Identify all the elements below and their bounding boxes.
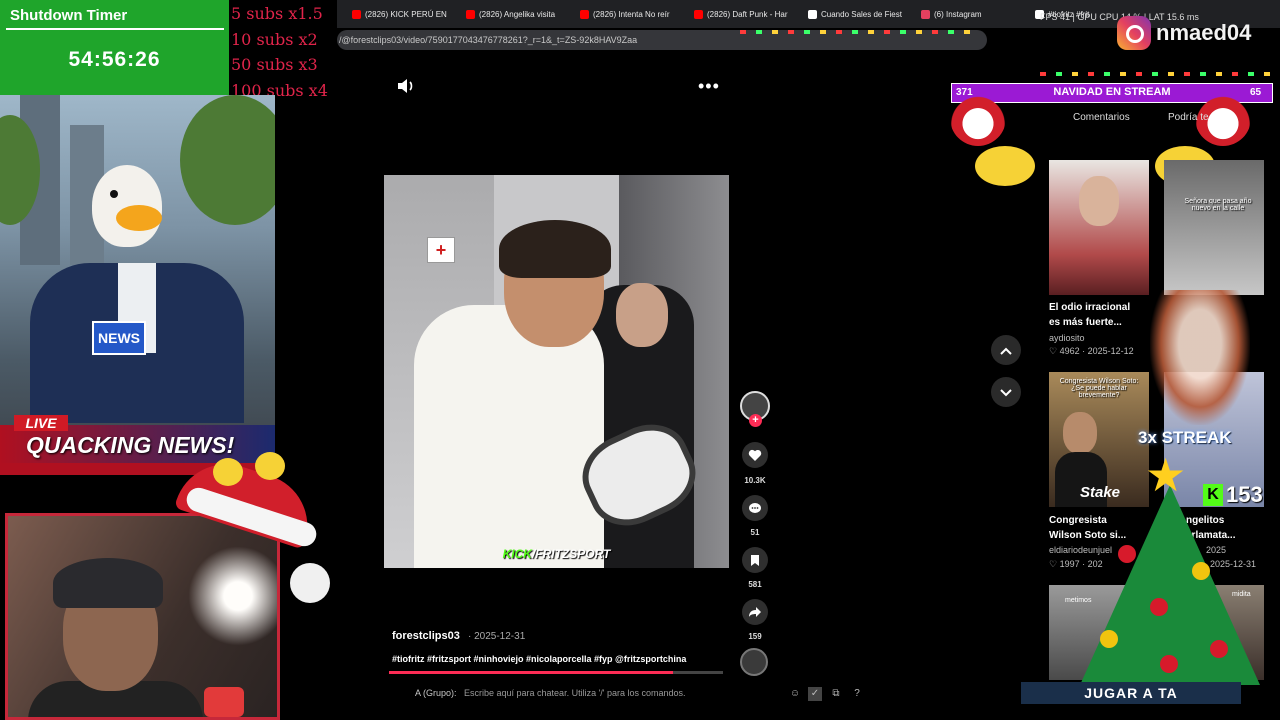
sub-multiplier-1: 5 subs x1.5 (231, 4, 323, 23)
url-text[interactable]: /@forestclips03/video/759017704347677826… (339, 35, 637, 45)
ornament (1210, 640, 1228, 658)
christmas-lights (740, 30, 980, 34)
browser-tab[interactable]: Cuando Sales de Fiest (808, 6, 902, 22)
related-video-author[interactable]: aydiosito (1049, 333, 1085, 343)
expand-icon[interactable]: ⧉ (829, 687, 843, 701)
tiktok-icon (808, 9, 817, 19)
more-options-icon[interactable]: ••• (698, 76, 720, 97)
thumbnail-caption: Señora que pasa año nuevo en la calle (1184, 198, 1252, 212)
comment-icon (749, 502, 761, 513)
browser-tab[interactable]: (2826) Daft Punk - Har (694, 6, 787, 22)
share-count: 159 (748, 632, 762, 641)
related-video-title[interactable]: El odio irracional es más fuerte... (1049, 300, 1130, 330)
sound-disc-icon[interactable] (740, 648, 768, 676)
video-person-foreground (414, 305, 604, 568)
santa-hat-pompom (290, 563, 330, 603)
youtube-icon (694, 9, 703, 19)
browser-tab[interactable]: (2826) Intenta No reír (580, 6, 669, 22)
youtube-icon (580, 9, 589, 19)
follow-plus-icon[interactable]: + (749, 414, 762, 427)
save-button[interactable] (742, 547, 768, 573)
sub-multiplier-3: 50 subs x3 (231, 55, 318, 74)
anime-girl-sticker (1150, 290, 1250, 425)
streamer-cap (53, 558, 163, 608)
chevron-up-icon (1000, 347, 1012, 355)
volume-icon[interactable] (397, 78, 415, 94)
related-video-meta: ♡ 4962 · 2025-12-12 (1049, 346, 1134, 356)
browser-tab[interactable]: (2826) KICK PERÚ EN (352, 6, 447, 22)
instagram-icon (921, 9, 930, 19)
first-aid-sign: + (427, 237, 455, 263)
duckling-icon (213, 458, 243, 486)
browser-tab[interactable]: (2826) Angelika visita (466, 6, 555, 22)
streak-label: 3x STREAK (1138, 428, 1232, 447)
caption-hashtags[interactable]: #tiofritz #fritzsport #ninhoviejo #nicol… (392, 654, 686, 664)
ornament (1150, 598, 1168, 616)
ornament (1100, 630, 1118, 648)
thumbnail-caption: Congresista Wilson Soto: ¿Se puede habla… (1059, 378, 1139, 399)
webcam-feed (5, 513, 280, 720)
video-person-background-head (616, 283, 668, 347)
check-icon[interactable]: ✓ (808, 687, 822, 701)
timer-title: Shutdown Timer (10, 7, 128, 24)
save-count: 581 (748, 580, 762, 589)
comment-button[interactable] (742, 495, 768, 521)
tab-comments[interactable]: Comentarios (1073, 112, 1130, 123)
instagram-icon (1117, 16, 1151, 50)
thumbnail-face (1079, 176, 1119, 226)
youtube-icon (466, 9, 475, 19)
duck-beak (116, 205, 162, 231)
chat-channel-label: A (Grupo): (415, 688, 457, 698)
event-counter-right: 65 (1250, 87, 1262, 98)
ornament (1192, 562, 1210, 580)
next-video-button[interactable] (991, 377, 1021, 407)
chevron-down-icon (1000, 389, 1012, 397)
star-icon: ★ (1145, 449, 1187, 501)
duck-eye (110, 190, 118, 198)
chat-input[interactable] (464, 685, 784, 701)
like-count: 10.3K (744, 476, 766, 485)
duckling-icon (255, 452, 285, 480)
caption-date: · 2025-12-31 (468, 631, 526, 642)
live-badge: LIVE (14, 415, 68, 431)
play-banner[interactable]: JUGAR A TA (1021, 682, 1241, 704)
news-title: QUACKING NEWS! (26, 432, 235, 458)
browser-tab[interactable]: (6) Instagram (921, 6, 982, 22)
heart-icon (748, 449, 762, 461)
share-icon (749, 607, 761, 617)
emoji-icon[interactable]: ☺ (788, 687, 802, 701)
ring-light (188, 546, 277, 646)
previous-video-button[interactable] (991, 335, 1021, 365)
bookmark-icon (751, 554, 759, 566)
timer-value: 54:56:26 (68, 48, 161, 71)
red-cup (204, 687, 244, 717)
video-watermark: KICK/FRITZSPORT (502, 547, 611, 561)
share-button[interactable] (742, 599, 768, 625)
related-video-thumbnail[interactable] (1049, 160, 1149, 295)
help-icon[interactable]: ? (850, 687, 864, 701)
ornament (1118, 545, 1136, 563)
instagram-handle: nmaed04 (1156, 20, 1252, 45)
comment-count: 51 (750, 528, 760, 537)
thumbnail-face (1063, 412, 1097, 454)
sub-multiplier-2: 10 subs x2 (231, 30, 318, 49)
tree (180, 95, 275, 225)
video-progress-fill (389, 671, 673, 674)
news-microphone: NEWS (92, 321, 146, 355)
santa-icon (950, 90, 1006, 146)
youtube-icon (352, 9, 361, 19)
like-button[interactable] (742, 442, 768, 468)
related-video-thumbnail[interactable]: Señora que pasa año nuevo en la calle (1164, 160, 1264, 295)
christmas-lights (1040, 72, 1280, 76)
caption-author[interactable]: forestclips03 (392, 630, 460, 642)
duck-icon (975, 146, 1035, 186)
timer-divider (6, 28, 224, 30)
ornament (1160, 655, 1178, 673)
video-person-foreground-hair (499, 220, 611, 278)
video-frame[interactable]: + KICK/FRITZSPORT (384, 175, 729, 568)
tab-recommended[interactable]: Podría te (1168, 112, 1209, 123)
news-duck-scene: NEWS LIVE QUACKING NEWS! (0, 95, 275, 475)
